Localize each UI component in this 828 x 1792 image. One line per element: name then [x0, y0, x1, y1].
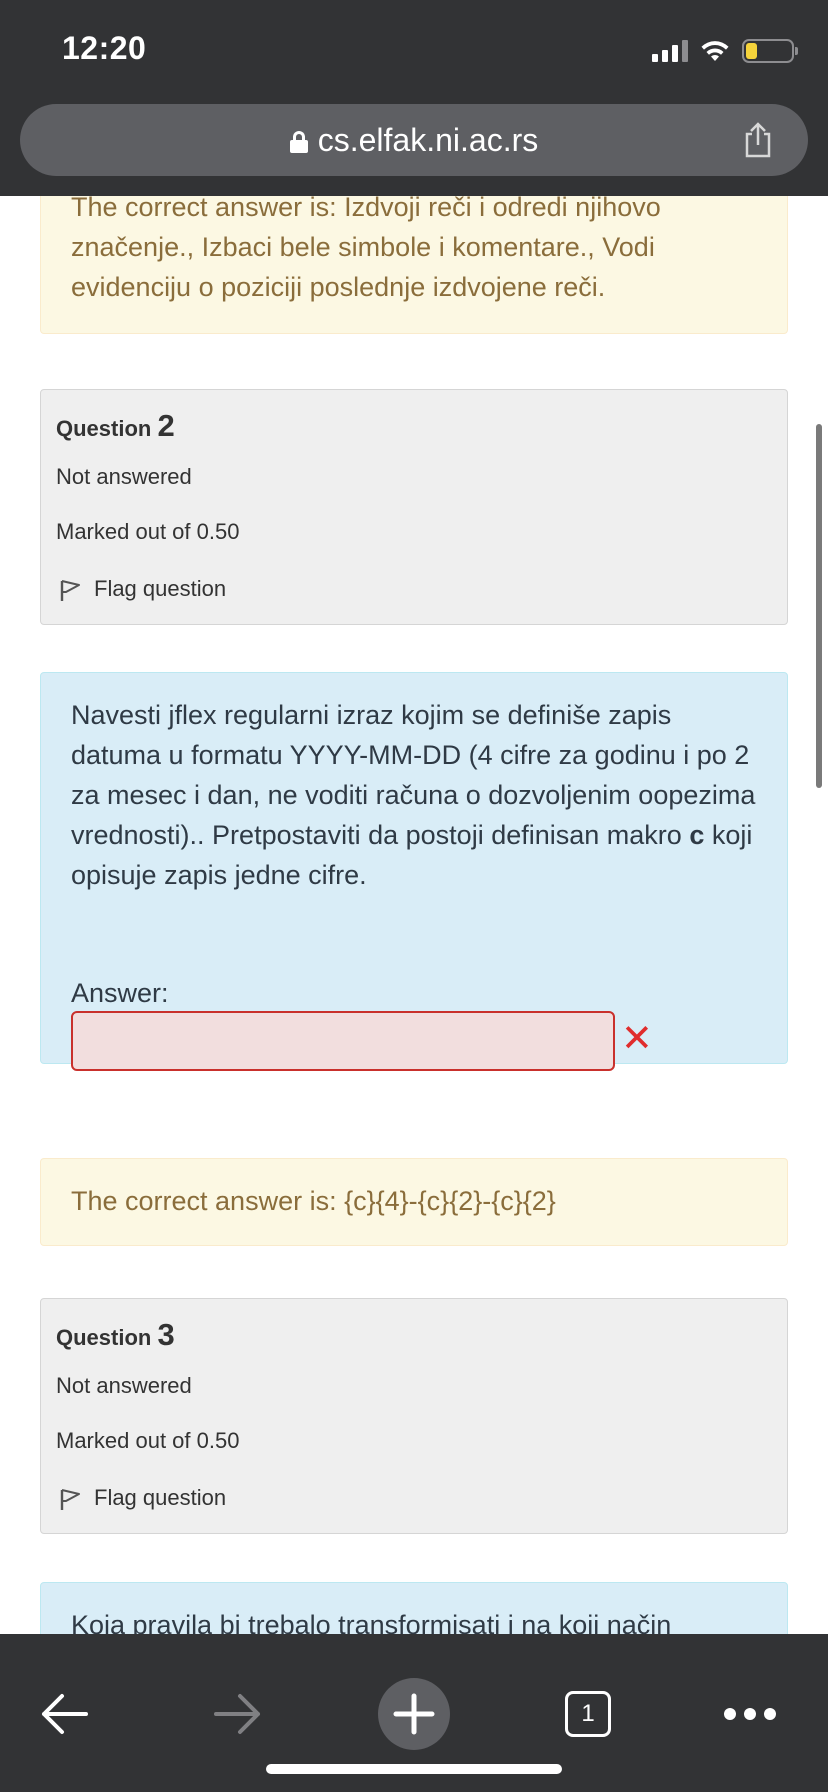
share-icon[interactable] [738, 120, 778, 160]
more-button[interactable] [714, 1678, 786, 1750]
flag-question-3-button[interactable]: Flag question [56, 1484, 226, 1512]
tabs-count-icon: 1 [565, 1691, 611, 1737]
url-bar[interactable]: cs.elfak.ni.ac.rs [20, 104, 808, 176]
flag-icon [60, 1489, 80, 1510]
question-3-state: Not answered [56, 1373, 192, 1398]
plus-icon [378, 1678, 450, 1750]
flag-icon [60, 580, 80, 601]
forward-button[interactable] [202, 1678, 274, 1750]
question-2-state: Not answered [56, 464, 192, 489]
scrollbar-thumb[interactable] [816, 424, 822, 788]
new-tab-button[interactable] [378, 1678, 450, 1750]
question-2-formulation: Navesti jflex regularni izraz kojim se d… [40, 672, 788, 1071]
question-2-text: Navesti jflex regularni izraz kojim se d… [71, 700, 756, 890]
battery-icon [742, 39, 798, 63]
signal-icon [652, 40, 688, 62]
status-icons [652, 36, 798, 66]
more-icon [724, 1708, 776, 1720]
question-3-info: Question 3 Not answered Marked out of 0.… [40, 1298, 788, 1534]
feedback-correct-answer-q1: The correct answer is: Izdvoji reči i od… [40, 196, 788, 334]
home-indicator [266, 1764, 562, 1774]
tabs-button[interactable]: 1 [552, 1678, 624, 1750]
answer-label: Answer: [71, 978, 169, 1008]
question-2-info: Question 2 Not answered Marked out of 0.… [40, 389, 788, 625]
browser-top-chrome: 12:20 cs.elfak.ni.ac.rs [0, 0, 828, 196]
question-3-grade: Marked out of 0.50 [56, 1428, 240, 1453]
question-2-grade: Marked out of 0.50 [56, 519, 240, 544]
lock-icon [289, 131, 308, 153]
url-text: cs.elfak.ni.ac.rs [317, 121, 539, 158]
answer-input[interactable] [71, 1011, 615, 1071]
feedback-correct-answer-q2: The correct answer is: {c}{4}-{c}{2}-{c}… [40, 1158, 788, 1246]
question-3-text: Koja pravila bi trebalo transformisati i… [71, 1610, 672, 1634]
flag-question-2-button[interactable]: Flag question [56, 575, 226, 603]
forward-arrow-icon [214, 1694, 260, 1734]
page-content: The correct answer is: Izdvoji reči i od… [0, 196, 828, 1634]
question-2-title: Question 2 [56, 408, 175, 443]
question-3-title: Question 3 [56, 1317, 175, 1352]
status-time: 12:20 [62, 30, 147, 66]
question-3-formulation: Koja pravila bi trebalo transformisati i… [40, 1582, 788, 1634]
incorrect-icon: ✕ [621, 1018, 653, 1060]
back-arrow-icon [42, 1694, 88, 1734]
back-button[interactable] [28, 1678, 100, 1750]
wifi-icon [701, 41, 729, 61]
